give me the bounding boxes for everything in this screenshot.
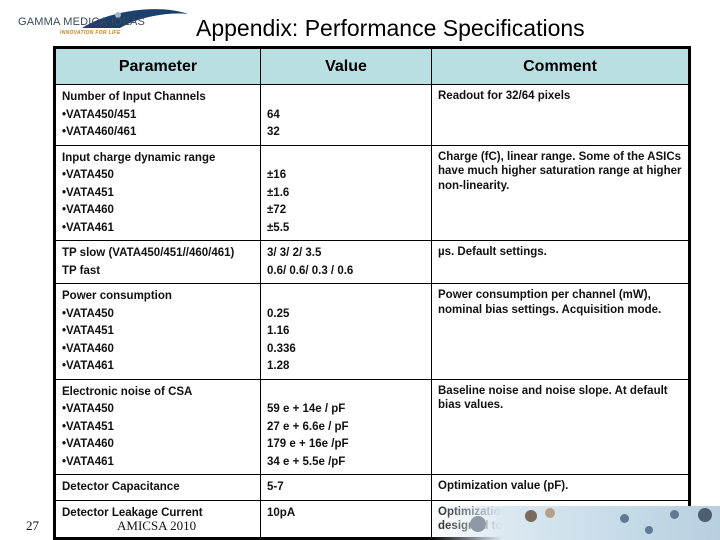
value-line xyxy=(267,150,425,168)
comment-text: Optimization value (pF). xyxy=(438,480,569,492)
parameter-variant: •VATA451 xyxy=(62,420,114,433)
comment-cell: Power consumption per channel (mW), nomi… xyxy=(431,283,690,380)
value-line: 34 e + 5.5e /pF xyxy=(267,455,346,468)
value-line: ±5.5 xyxy=(267,221,290,234)
company-logo: GAMMA MEDICA-IDEAS INNOVATION FOR LIFE xyxy=(10,4,190,40)
conference-name: AMICSA 2010 xyxy=(117,518,197,533)
header-parameter: Parameter xyxy=(54,47,261,85)
lab-photo-strip-image xyxy=(430,506,720,540)
parameter-cell: TP slow (VATA450/451//460/461) TP fast xyxy=(54,240,261,284)
value-line: 1.28 xyxy=(267,360,290,372)
header-value: Value xyxy=(260,47,432,85)
comment-text: Charge (fC), linear range. Some of the A… xyxy=(438,150,682,192)
table-row: TP slow (VATA450/451//460/461) TP fast 3/ … xyxy=(54,240,690,284)
value-line xyxy=(267,89,425,107)
value-cell: ±16 ±1.6 ±72 ±5.5 xyxy=(260,144,432,241)
value-line: 0.25 xyxy=(267,307,290,320)
parameter-variant: •VATA451 xyxy=(62,325,114,337)
value-line xyxy=(267,288,425,306)
parameter-cell: Input charge dynamic range •VATA450 •VATA4… xyxy=(54,144,261,241)
value-cell: 0.25 1.16 0.336 1.28 xyxy=(260,283,432,380)
parameter-cell: Number of Input Channels •VATA450/451 •VAT… xyxy=(54,84,261,146)
comment-text: µs. Default settings. xyxy=(438,246,547,258)
value-cell: 3/ 3/ 2/ 3.5 0.6/ 0.6/ 0.3 / 0.6 xyxy=(260,240,432,284)
parameter-variant: •VATA450 xyxy=(62,403,114,415)
parameter-variant: •VATA451 xyxy=(62,186,114,199)
parameter-name: Detector Capacitance xyxy=(62,481,180,493)
slide-number: 27 xyxy=(26,518,39,533)
parameter-variant: •VATA461 xyxy=(62,455,114,468)
value-line: 0.336 xyxy=(267,342,296,355)
comment-cell: Optimization value (pF). xyxy=(431,474,690,501)
value-line xyxy=(267,384,425,402)
value-line: 10pA xyxy=(267,506,296,519)
parameter-variant: •VATA450/451 xyxy=(62,108,137,121)
value-cell: 59 e + 14e / pF 27 e + 6.6e / pF 179 e + 1… xyxy=(260,378,432,475)
parameter-variant: TP fast xyxy=(62,264,101,277)
parameter-name: Power consumption xyxy=(62,290,172,302)
logo-tagline: INNOVATION FOR LIFE xyxy=(60,30,121,36)
table-row: Detector Capacitance 5-7 Optimization valu… xyxy=(54,474,690,501)
table-row: Electronic noise of CSA •VATA450 •VATA451 •… xyxy=(54,378,690,475)
parameter-name: Electronic noise of CSA xyxy=(62,385,193,398)
comment-cell: Readout for 32/64 pixels xyxy=(431,84,690,146)
header-comment: Comment xyxy=(431,47,690,85)
value-line: ±1.6 xyxy=(267,186,290,199)
parameter-cell: Electronic noise of CSA •VATA450 •VATA451 •… xyxy=(54,378,261,475)
spec-table: Parameter Value Comment Number of Input … xyxy=(53,46,691,540)
value-line: 0.6/ 0.6/ 0.3 / 0.6 xyxy=(267,264,354,277)
parameter-name: TP slow (VATA450/451//460/461) xyxy=(62,247,235,259)
value-line: ±72 xyxy=(267,204,287,216)
comment-text: Readout for 32/64 pixels xyxy=(438,90,571,102)
value-line: 64 xyxy=(267,108,280,121)
comment-cell: Baseline noise and noise slope. At defau… xyxy=(431,378,690,475)
table-row: Input charge dynamic range •VATA450 •VATA4… xyxy=(54,144,690,241)
table-row: Number of Input Channels •VATA450/451 •VAT… xyxy=(54,84,690,146)
parameter-cell: Power consumption •VATA450 •VATA451 •VATA46… xyxy=(54,283,261,380)
table-row: Power consumption •VATA450 •VATA451 •VATA46… xyxy=(54,283,690,380)
value-cell: 64 32 xyxy=(260,84,432,146)
value-line: 5-7 xyxy=(267,481,284,493)
value-line: 27 e + 6.6e / pF xyxy=(267,420,349,433)
comment-cell: µs. Default settings. xyxy=(431,240,690,284)
comment-text: Baseline noise and noise slope. At defau… xyxy=(438,384,668,412)
value-line: 32 xyxy=(267,126,280,138)
parameter-name: Input charge dynamic range xyxy=(62,151,216,164)
comment-text: Power consumption per channel (mW), nomi… xyxy=(438,289,662,316)
parameter-name: Number of Input Channels xyxy=(62,91,206,103)
value-cell: 10pA xyxy=(260,499,432,539)
value-line: 3/ 3/ 2/ 3.5 xyxy=(267,247,322,259)
parameter-variant: •VATA460 xyxy=(62,438,114,450)
parameter-variant: •VATA450 xyxy=(62,169,114,181)
value-line: 59 e + 14e / pF xyxy=(267,403,346,415)
value-cell: 5-7 xyxy=(260,474,432,501)
parameter-variant: •VATA461 xyxy=(62,360,114,372)
comment-cell: Charge (fC), linear range. Some of the A… xyxy=(431,144,690,241)
parameter-variant: •VATA460/461 xyxy=(62,126,137,138)
parameter-variant: •VATA461 xyxy=(62,221,114,234)
parameter-variant: •VATA460 xyxy=(62,342,114,355)
parameter-cell: Detector Capacitance xyxy=(54,474,261,501)
parameter-variant: •VATA460 xyxy=(62,204,114,216)
logo-name: GAMMA MEDICA-IDEAS xyxy=(18,16,146,28)
value-line: ±16 xyxy=(267,169,287,181)
value-line: 179 e + 16e /pF xyxy=(267,438,349,450)
page-title: Appendix: Performance Specifications xyxy=(196,15,585,41)
table-header-row: Parameter Value Comment xyxy=(54,47,690,85)
parameter-variant: •VATA450 xyxy=(62,307,114,320)
value-line: 1.16 xyxy=(267,325,290,337)
